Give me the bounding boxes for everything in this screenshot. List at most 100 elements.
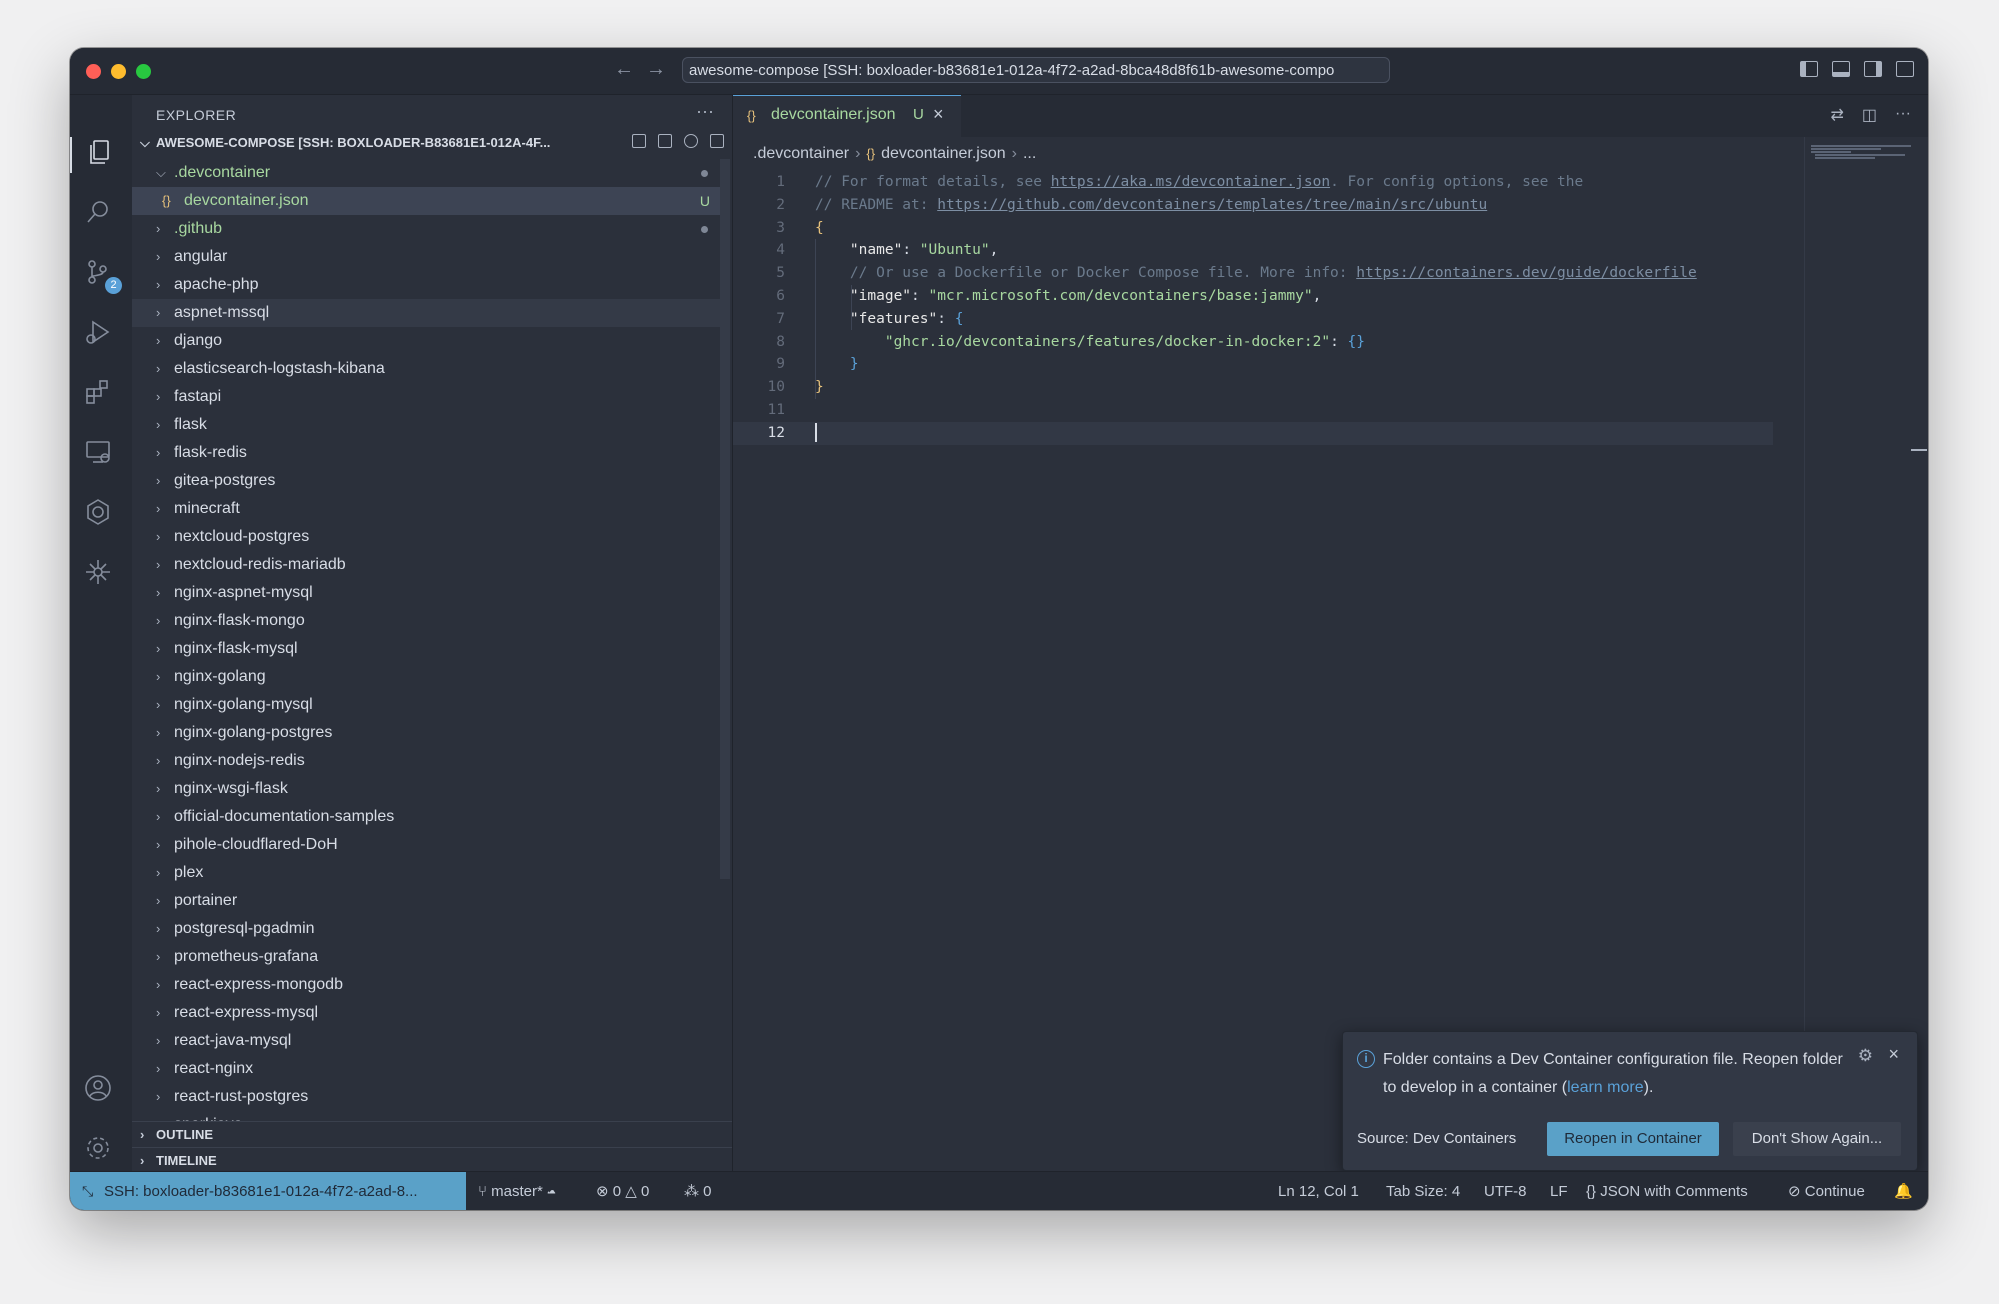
refresh-icon[interactable] <box>684 134 698 148</box>
tree-item-folder[interactable]: › nginx-flask-mysql <box>132 635 722 663</box>
minimize-window-button[interactable] <box>111 64 126 79</box>
code-line: 1// For format details, see https://aka.… <box>776 174 1584 190</box>
tree-item-folder[interactable]: › elasticsearch-logstash-kibana <box>132 355 722 383</box>
tree-item-devcontainer[interactable]: ⌵ .devcontainer <box>132 159 722 187</box>
command-center[interactable]: awesome-compose [SSH: boxloader-b83681e1… <box>682 57 1390 83</box>
continue-icon: ⊘ <box>1788 1183 1805 1200</box>
notifications-bell-icon[interactable]: 🔔 <box>1894 1172 1913 1210</box>
sync-cloud-icon[interactable]: ☁ <box>543 1183 556 1200</box>
docker-icon[interactable] <box>83 497 119 533</box>
tab-devcontainer-json[interactable]: {} devcontainer.json U × <box>733 95 961 137</box>
timeline-section-header[interactable]: › TIMELINE <box>132 1147 732 1174</box>
sidebar-scrollbar[interactable] <box>720 159 730 879</box>
tree-item-folder[interactable]: › react-rust-postgres <box>132 1083 722 1111</box>
remote-explorer-icon[interactable] <box>83 437 119 473</box>
tree-item-folder[interactable]: › react-java-mysql <box>132 1027 722 1055</box>
chevron-right-icon: › <box>156 641 161 656</box>
tree-item-devcontainer-json[interactable]: {} devcontainer.json U <box>132 187 722 215</box>
remote-indicator[interactable]: ⤡ SSH: boxloader-b83681e1-012a-4f72-a2ad… <box>70 1172 466 1210</box>
chevron-right-icon: › <box>156 1111 160 1121</box>
close-icon[interactable]: × <box>1888 1044 1899 1065</box>
tree-item-folder[interactable]: › nginx-golang-postgres <box>132 719 722 747</box>
tree-item-folder[interactable]: › flask <box>132 411 722 439</box>
reopen-in-container-button[interactable]: Reopen in Container <box>1547 1122 1719 1156</box>
open-changes-icon[interactable]: ⇄ <box>1830 105 1843 125</box>
tree-item-folder[interactable]: › react-express-mongodb <box>132 971 722 999</box>
tree-item-folder[interactable]: › nginx-aspnet-mysql <box>132 579 722 607</box>
run-debug-icon[interactable] <box>83 317 119 353</box>
workspace-folder-header[interactable]: ⌵ AWESOME-COMPOSE [SSH: BOXLOADER-B83681… <box>132 131 732 155</box>
editor-scrollbar[interactable] <box>1911 449 1927 451</box>
search-icon[interactable] <box>83 197 119 233</box>
tree-item-folder[interactable]: › nginx-golang <box>132 663 722 691</box>
toggle-primary-sidebar-icon[interactable] <box>1800 61 1818 77</box>
accounts-icon[interactable] <box>83 1073 119 1109</box>
tree-item-folder[interactable]: › react-nginx <box>132 1055 722 1083</box>
breadcrumb-more[interactable]: ... <box>1023 145 1036 162</box>
more-actions-icon[interactable]: ··· <box>1895 105 1911 125</box>
tree-item-folder[interactable]: › nginx-nodejs-redis <box>132 747 722 775</box>
language-mode[interactable]: {} JSON with Comments <box>1586 1172 1748 1210</box>
tree-item-folder[interactable]: › fastapi <box>132 383 722 411</box>
new-file-icon[interactable] <box>632 134 646 148</box>
tree-item-folder[interactable]: › sparkjava <box>132 1111 722 1121</box>
manage-gear-icon[interactable] <box>83 1133 119 1169</box>
close-window-button[interactable] <box>86 64 101 79</box>
customize-layout-icon[interactable] <box>1896 61 1914 77</box>
tree-item-folder[interactable]: › react-express-mysql <box>132 999 722 1027</box>
explorer-icon[interactable] <box>70 137 121 173</box>
tree-item-folder[interactable]: › prometheus-grafana <box>132 943 722 971</box>
tree-item-folder[interactable]: › postgresql-pgadmin <box>132 915 722 943</box>
toggle-panel-icon[interactable] <box>1832 61 1850 77</box>
ports-status[interactable]: ⁂ 0 <box>684 1172 712 1210</box>
collapse-all-icon[interactable] <box>710 134 724 148</box>
tree-item-folder[interactable]: › gitea-postgres <box>132 467 722 495</box>
tree-item-folder[interactable]: › nextcloud-redis-mariadb <box>132 551 722 579</box>
cursor-position[interactable]: Ln 12, Col 1 <box>1278 1172 1359 1210</box>
source-control-icon[interactable]: 2 <box>83 257 122 294</box>
tree-item-folder[interactable]: › django <box>132 327 722 355</box>
code-editor[interactable]: 1// For format details, see https://aka.… <box>733 171 1773 445</box>
tree-item-folder[interactable]: › flask-redis <box>132 439 722 467</box>
branch-status[interactable]: ⑂ master* ☁ <box>478 1172 556 1210</box>
tree-item-folder[interactable]: › portainer <box>132 887 722 915</box>
code-line-current: 12 <box>733 421 1773 445</box>
tab-status: U <box>913 106 924 123</box>
gear-icon[interactable]: ⚙ <box>1858 1046 1873 1066</box>
tree-item-folder[interactable]: › angular <box>132 243 722 271</box>
close-tab-icon[interactable]: × <box>933 104 944 125</box>
tree-item-folder[interactable]: › aspnet-mssql <box>132 299 722 327</box>
breadcrumb-folder[interactable]: .devcontainer <box>753 145 849 162</box>
tree-item-folder[interactable]: › official-documentation-samples <box>132 803 722 831</box>
new-folder-icon[interactable] <box>658 134 672 148</box>
chevron-right-icon: › <box>156 837 161 852</box>
kubernetes-icon[interactable] <box>83 557 119 593</box>
continue-status[interactable]: ⊘ Continue <box>1788 1172 1865 1210</box>
code-line: 2// README at: https://github.com/devcon… <box>776 196 1488 213</box>
end-of-line[interactable]: LF <box>1550 1172 1568 1210</box>
breadcrumb-file[interactable]: devcontainer.json <box>881 145 1006 162</box>
learn-more-link[interactable]: learn more <box>1567 1079 1643 1096</box>
tree-item-folder[interactable]: › minecraft <box>132 495 722 523</box>
tree-item-folder[interactable]: › nextcloud-postgres <box>132 523 722 551</box>
extensions-icon[interactable] <box>83 377 119 413</box>
encoding[interactable]: UTF-8 <box>1484 1172 1527 1210</box>
tree-item-folder[interactable]: › nginx-flask-mongo <box>132 607 722 635</box>
toggle-secondary-sidebar-icon[interactable] <box>1864 61 1882 77</box>
outline-section-header[interactable]: › OUTLINE <box>132 1121 732 1148</box>
tree-item-folder[interactable]: › plex <box>132 859 722 887</box>
zoom-window-button[interactable] <box>136 64 151 79</box>
tree-item-folder[interactable]: › nginx-wsgi-flask <box>132 775 722 803</box>
dont-show-again-button[interactable]: Don't Show Again... <box>1733 1122 1901 1156</box>
forward-arrow-icon[interactable]: → <box>646 58 666 81</box>
problems-status[interactable]: ⊗ 0 △ 0 <box>596 1172 649 1210</box>
tree-item-folder[interactable]: › apache-php <box>132 271 722 299</box>
more-actions-icon[interactable]: ··· <box>696 101 714 122</box>
tab-size[interactable]: Tab Size: 4 <box>1386 1172 1460 1210</box>
tree-item-github[interactable]: › .github <box>132 215 722 243</box>
back-arrow-icon[interactable]: ← <box>614 58 634 81</box>
minimap[interactable] <box>1804 137 1928 1171</box>
tree-item-folder[interactable]: › nginx-golang-mysql <box>132 691 722 719</box>
split-editor-icon[interactable]: ◫ <box>1862 105 1877 125</box>
tree-item-folder[interactable]: › pihole-cloudflared-DoH <box>132 831 722 859</box>
